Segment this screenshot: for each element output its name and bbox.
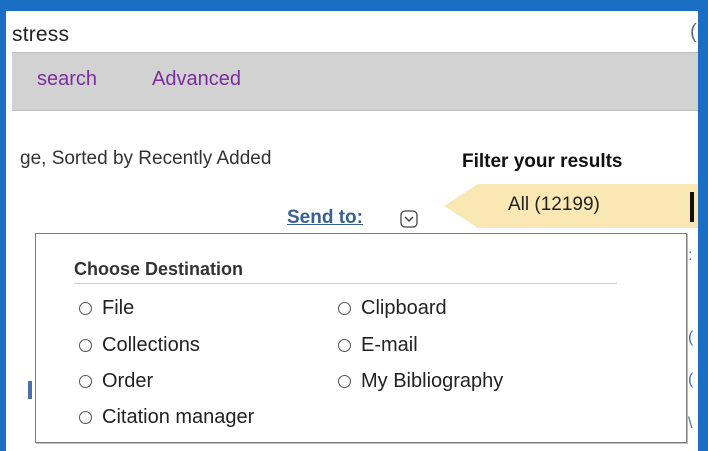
option-label: File bbox=[102, 297, 135, 319]
browser-viewport: stress ( search Advanced ge, Sorted by R… bbox=[6, 11, 698, 451]
option-label: Collections bbox=[102, 334, 200, 356]
radio-button-icon[interactable] bbox=[79, 411, 92, 424]
radio-button-icon[interactable] bbox=[338, 302, 351, 315]
send-to-link[interactable]: Send to: bbox=[287, 207, 363, 229]
search-term-fragment[interactable]: stress bbox=[12, 23, 69, 47]
radio-button-icon[interactable] bbox=[79, 302, 92, 315]
partial-right-fragment: : bbox=[688, 247, 693, 264]
filter-all-tab[interactable]: All (12199) bbox=[444, 184, 698, 228]
advanced-search-link[interactable]: Advanced bbox=[152, 68, 241, 91]
option-label: My Bibliography bbox=[361, 370, 504, 392]
partial-right-fragment: \ bbox=[688, 415, 693, 432]
option-label: Order bbox=[102, 370, 154, 392]
destination-option-order[interactable]: Order bbox=[79, 370, 153, 393]
filter-results-title: Filter your results bbox=[462, 151, 623, 172]
partial-right-fragment: ( bbox=[688, 329, 694, 346]
choose-destination-title: Choose Destination bbox=[74, 259, 244, 279]
destination-option-my-bibliography[interactable]: My Bibliography bbox=[338, 370, 503, 393]
search-nav-bar: search Advanced bbox=[12, 52, 698, 111]
radio-button-icon[interactable] bbox=[79, 339, 92, 352]
radio-button-icon[interactable] bbox=[338, 375, 351, 388]
radio-button-icon[interactable] bbox=[338, 339, 351, 352]
choose-destination-dropdown: Choose Destination File Clipboard Collec… bbox=[35, 233, 687, 443]
filter-tab-edge bbox=[690, 192, 694, 222]
partial-right-fragment: ( bbox=[688, 371, 694, 388]
destination-divider bbox=[74, 283, 617, 284]
filter-all-label: All (12199) bbox=[508, 194, 600, 215]
option-label: E-mail bbox=[361, 334, 418, 356]
right-edge-fragment: ( bbox=[690, 21, 697, 43]
destination-option-collections[interactable]: Collections bbox=[79, 334, 200, 357]
radio-button-icon[interactable] bbox=[79, 375, 92, 388]
chevron-down-icon[interactable] bbox=[399, 209, 419, 229]
destination-option-citation-manager[interactable]: Citation manager bbox=[79, 406, 254, 429]
search-link[interactable]: search bbox=[37, 68, 97, 91]
destination-option-clipboard[interactable]: Clipboard bbox=[338, 297, 447, 320]
partial-link-fragment bbox=[28, 381, 32, 399]
results-sort-info: ge, Sorted by Recently Added bbox=[20, 148, 272, 169]
destination-option-file[interactable]: File bbox=[79, 297, 134, 320]
option-label: Citation manager bbox=[102, 406, 255, 428]
destination-option-email[interactable]: E-mail bbox=[338, 334, 418, 357]
option-label: Clipboard bbox=[361, 297, 447, 319]
